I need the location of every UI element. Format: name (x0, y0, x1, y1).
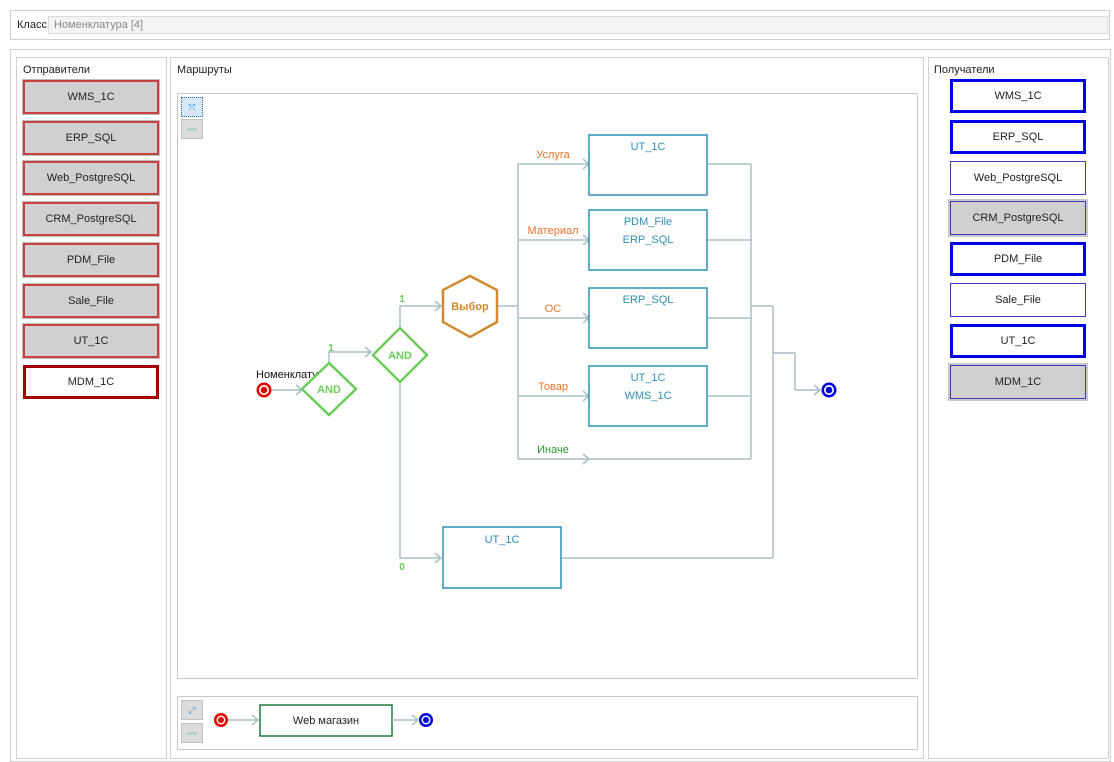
branch-label: Товар (538, 381, 568, 393)
sender-web-postgresql[interactable]: Web_PostgreSQL (22, 160, 160, 197)
secondary-diagram-canvas[interactable]: Web магазин ⤢ ▫-▫ (177, 696, 918, 750)
receiver-erp-sql[interactable]: ERP_SQL (950, 119, 1086, 154)
start-node-dot (218, 717, 224, 723)
sender-wms-1c[interactable]: WMS_1C (22, 79, 160, 115)
connector-line (773, 352, 820, 391)
sender-ut-1c[interactable]: UT_1C (22, 323, 160, 360)
connector-icon[interactable]: ▫-▫ (181, 723, 203, 743)
connector-line (399, 305, 441, 328)
sender-mdm-1c[interactable]: MDM_1C (23, 364, 159, 399)
target-label: ERP_SQL (623, 294, 674, 306)
class-field[interactable]: Номенклатура [4] (48, 16, 1108, 34)
target-label: WMS_1C (624, 390, 671, 402)
and-gate-2-false-label: 0 (399, 562, 405, 573)
sender-sale-file[interactable]: Sale_File (22, 282, 160, 319)
start-node-icon-dot (260, 386, 268, 394)
routes-title: Маршруты (177, 64, 232, 76)
sender-erp-sql[interactable]: ERP_SQL (22, 119, 160, 156)
class-label: Класс (17, 19, 47, 31)
sender-pdm-file[interactable]: PDM_File (22, 241, 160, 278)
branch-label: ОС (545, 303, 562, 315)
target-label: UT_1C (631, 141, 666, 153)
receiver-crm-postgresql[interactable]: CRM_PostgreSQL (948, 199, 1088, 238)
target-label: UT_1C (631, 372, 666, 384)
sender-crm-postgresql[interactable]: CRM_PostgreSQL (22, 201, 160, 238)
receiver-mdm-1c[interactable]: MDM_1C (948, 362, 1088, 401)
and-gate-1-output-label: 1 (328, 343, 334, 354)
branch-label: Иначе (537, 444, 569, 456)
receivers-title: Получатели (934, 64, 995, 76)
branch-label: Материал (528, 225, 579, 237)
target-label: UT_1C (485, 534, 520, 546)
route-diagram-canvas[interactable]: Номенклатура AND 1 AND 1 0 Выбор Услуга UT_1C Мат… (177, 93, 918, 679)
end-node-icon-dot (825, 386, 833, 394)
target-label: PDM_File (624, 216, 672, 228)
receiver-pdm-file[interactable]: PDM_File (950, 242, 1086, 277)
choice-label: Выбор (451, 301, 489, 313)
web-shop-label: Web магазин (293, 715, 359, 727)
end-node-dot (423, 717, 429, 723)
connector-line (328, 351, 371, 363)
connector-line (399, 382, 441, 559)
receiver-ut-1c[interactable]: UT_1C (950, 323, 1086, 358)
receiver-sale-file[interactable]: Sale_File (950, 283, 1086, 317)
fit-icon[interactable]: ⤢ (181, 700, 203, 720)
branch-label: Услуга (536, 149, 570, 161)
fit-icon[interactable]: ⤧ (181, 97, 203, 117)
route-diagram: НоменклатураAND1AND10ВыборУслугаUT_1CМат… (256, 134, 837, 589)
and-gate-2-label: AND (388, 350, 412, 362)
senders-title: Отправители (23, 64, 91, 76)
receiver-wms-1c[interactable]: WMS_1C (950, 79, 1086, 113)
and-gate-1-label: AND (317, 384, 341, 396)
target-label: ERP_SQL (623, 234, 674, 246)
and-gate-2-true-label: 1 (399, 294, 405, 305)
secondary-diagram: Web магазин (214, 704, 433, 737)
receiver-web-postgresql[interactable]: Web_PostgreSQL (950, 160, 1086, 195)
connector-icon[interactable]: ▫-▫ (181, 119, 203, 139)
